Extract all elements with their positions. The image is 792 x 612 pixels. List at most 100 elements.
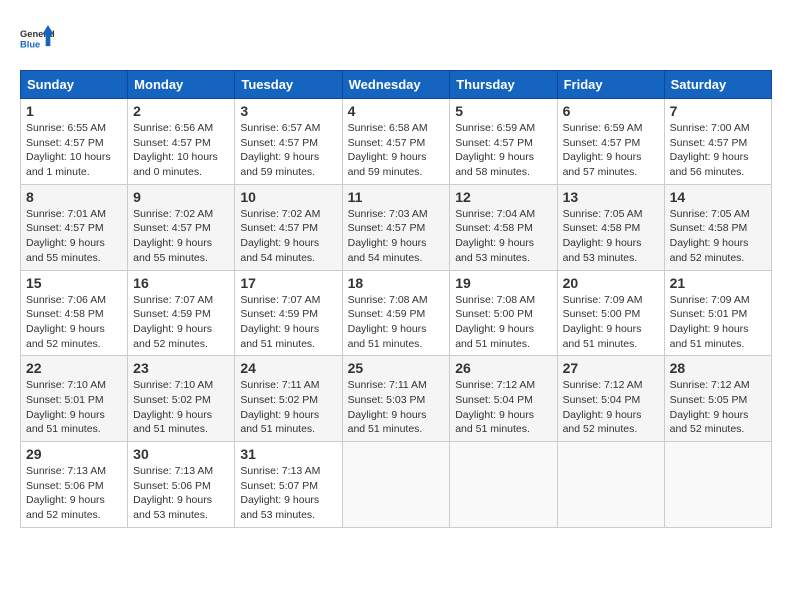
daylight-line1: Daylight: 9 hours	[670, 151, 749, 163]
sunset-text: Sunset: 5:03 PM	[348, 394, 426, 406]
sunset-text: Sunset: 4:57 PM	[240, 137, 318, 149]
daylight-line1: Daylight: 9 hours	[670, 237, 749, 249]
sunrise-text: Sunrise: 6:59 AM	[455, 122, 535, 134]
sunrise-text: Sunrise: 7:04 AM	[455, 208, 535, 220]
sunrise-text: Sunrise: 6:57 AM	[240, 122, 320, 134]
calendar-week-row: 29 Sunrise: 7:13 AMSunset: 5:06 PMDayligh…	[21, 442, 772, 528]
sunset-text: Sunset: 5:04 PM	[455, 394, 533, 406]
logo: General Blue	[20, 20, 55, 60]
daylight-line1: Daylight: 9 hours	[240, 237, 319, 249]
col-header-thursday: Thursday	[450, 71, 557, 99]
day-info: Sunrise: 7:11 AMSunset: 5:02 PMDaylight:…	[240, 378, 336, 437]
daylight-line1: Daylight: 9 hours	[240, 494, 319, 506]
sunrise-text: Sunrise: 7:11 AM	[240, 379, 319, 391]
day-number: 12	[455, 189, 551, 205]
day-info: Sunrise: 7:08 AMSunset: 5:00 PMDaylight:…	[455, 293, 551, 352]
calendar-week-row: 8 Sunrise: 7:01 AM Sunset: 4:57 PM Daylight…	[21, 184, 772, 270]
day-info: Sunrise: 7:13 AMSunset: 5:07 PMDaylight:…	[240, 464, 336, 523]
daylight-line2: and 51 minutes.	[563, 338, 638, 350]
daylight-line1: Daylight: 9 hours	[240, 151, 319, 163]
calendar-cell	[557, 442, 664, 528]
sunrise-text: Sunrise: 7:12 AM	[455, 379, 535, 391]
day-info: Sunrise: 7:11 AMSunset: 5:03 PMDaylight:…	[348, 378, 445, 437]
day-number: 6	[563, 103, 659, 119]
calendar-cell: 14Sunrise: 7:05 AMSunset: 4:58 PMDayligh…	[664, 184, 771, 270]
sunrise-text: Sunrise: 7:07 AM	[240, 294, 320, 306]
sunrise-text: Sunrise: 7:13 AM	[240, 465, 320, 477]
daylight-line2: and 57 minutes.	[563, 166, 638, 178]
sunset-text: Sunset: 4:57 PM	[26, 137, 104, 149]
sunrise-text: Sunrise: 7:00 AM	[670, 122, 750, 134]
sunrise-text: Sunrise: 6:55 AM	[26, 122, 106, 134]
sunset-text: Sunset: 4:58 PM	[455, 222, 533, 234]
sunset-text: Sunset: 4:59 PM	[348, 308, 426, 320]
daylight-line1: Daylight: 9 hours	[455, 151, 534, 163]
col-header-tuesday: Tuesday	[235, 71, 342, 99]
calendar-cell: 23Sunrise: 7:10 AMSunset: 5:02 PMDayligh…	[128, 356, 235, 442]
daylight-line1: Daylight: 9 hours	[133, 409, 212, 421]
calendar-cell: 25 Sunrise: 7:11 AMSunset: 5:03 PMDayligh…	[342, 356, 450, 442]
day-info: Sunrise: 7:12 AMSunset: 5:04 PMDaylight:…	[563, 378, 659, 437]
day-info: Sunrise: 7:04 AM Sunset: 4:58 PM Daylight:…	[455, 207, 551, 266]
sunset-text: Sunset: 4:58 PM	[670, 222, 748, 234]
day-info: Sunrise: 7:07 AMSunset: 4:59 PMDaylight:…	[240, 293, 336, 352]
sunset-text: Sunset: 4:57 PM	[133, 222, 211, 234]
daylight-line2: and 52 minutes.	[670, 252, 745, 264]
daylight-line1: Daylight: 9 hours	[563, 323, 642, 335]
day-number: 22	[26, 360, 122, 376]
day-number: 8	[26, 189, 122, 205]
sunset-text: Sunset: 4:59 PM	[133, 308, 211, 320]
sunset-text: Sunset: 4:58 PM	[26, 308, 104, 320]
calendar-table: SundayMondayTuesdayWednesdayThursdayFrid…	[20, 70, 772, 528]
daylight-line2: and 53 minutes.	[455, 252, 530, 264]
calendar-cell: 18Sunrise: 7:08 AMSunset: 4:59 PMDayligh…	[342, 270, 450, 356]
calendar-week-row: 1Sunrise: 6:55 AMSunset: 4:57 PMDaylight…	[21, 99, 772, 185]
sunrise-text: Sunrise: 7:05 AM	[670, 208, 750, 220]
calendar-cell: 17Sunrise: 7:07 AMSunset: 4:59 PMDayligh…	[235, 270, 342, 356]
daylight-line1: Daylight: 9 hours	[133, 237, 212, 249]
day-info: Sunrise: 7:10 AMSunset: 5:02 PMDaylight:…	[133, 378, 229, 437]
daylight-line1: Daylight: 9 hours	[26, 237, 105, 249]
day-info: Sunrise: 7:05 AM Sunset: 4:58 PM Daylight:…	[670, 207, 766, 266]
day-number: 9	[133, 189, 229, 205]
daylight-line2: and 51 minutes.	[26, 423, 101, 435]
sunset-text: Sunset: 4:57 PM	[26, 222, 104, 234]
sunset-text: Sunset: 4:57 PM	[670, 137, 748, 149]
calendar-cell: 22Sunrise: 7:10 AMSunset: 5:01 PMDayligh…	[21, 356, 128, 442]
calendar-cell: 19Sunrise: 7:08 AMSunset: 5:00 PMDayligh…	[450, 270, 557, 356]
calendar-cell: 2Sunrise: 6:56 AMSunset: 4:57 PMDaylight…	[128, 99, 235, 185]
calendar-cell	[450, 442, 557, 528]
col-header-friday: Friday	[557, 71, 664, 99]
daylight-line1: Daylight: 9 hours	[455, 323, 534, 335]
sunrise-text: Sunrise: 7:03 AM	[348, 208, 428, 220]
day-number: 3	[240, 103, 336, 119]
col-header-sunday: Sunday	[21, 71, 128, 99]
calendar-week-row: 15Sunrise: 7:06 AMSunset: 4:58 PMDayligh…	[21, 270, 772, 356]
sunrise-text: Sunrise: 7:02 AM	[240, 208, 320, 220]
day-info: Sunrise: 7:13 AMSunset: 5:06 PMDaylight:…	[26, 464, 122, 523]
day-info: Sunrise: 6:59 AMSunset: 4:57 PMDaylight:…	[455, 121, 551, 180]
day-info: Sunrise: 7:09 AMSunset: 5:01 PMDaylight:…	[670, 293, 766, 352]
day-number: 26	[455, 360, 551, 376]
day-number: 18	[348, 275, 445, 291]
daylight-line1: Daylight: 9 hours	[563, 151, 642, 163]
day-number: 29	[26, 446, 122, 462]
daylight-line1: Daylight: 9 hours	[133, 494, 212, 506]
daylight-line2: and 0 minutes.	[133, 166, 202, 178]
header: General Blue	[20, 20, 772, 60]
sunset-text: Sunset: 5:00 PM	[563, 308, 641, 320]
day-number: 21	[670, 275, 766, 291]
day-number: 25	[348, 360, 445, 376]
calendar-cell: 30Sunrise: 7:13 AMSunset: 5:06 PMDayligh…	[128, 442, 235, 528]
sunset-text: Sunset: 5:00 PM	[455, 308, 533, 320]
calendar-cell: 13Sunrise: 7:05 AMSunset: 4:58 PMDayligh…	[557, 184, 664, 270]
day-info: Sunrise: 7:01 AM Sunset: 4:57 PM Daylight:…	[26, 207, 122, 266]
sunset-text: Sunset: 4:57 PM	[133, 137, 211, 149]
sunrise-text: Sunrise: 7:10 AM	[133, 379, 213, 391]
day-number: 2	[133, 103, 229, 119]
day-info: Sunrise: 7:06 AMSunset: 4:58 PMDaylight:…	[26, 293, 122, 352]
day-number: 30	[133, 446, 229, 462]
sunrise-text: Sunrise: 7:01 AM	[26, 208, 106, 220]
daylight-line1: Daylight: 9 hours	[455, 237, 534, 249]
sunrise-text: Sunrise: 6:56 AM	[133, 122, 213, 134]
